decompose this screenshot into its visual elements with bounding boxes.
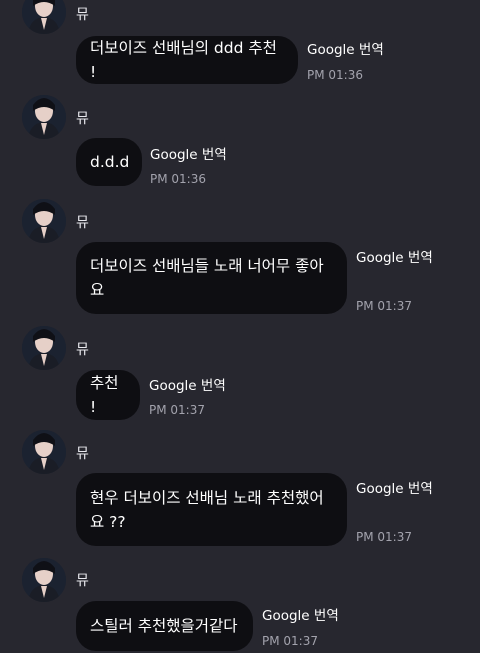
google-translate-link[interactable]: Google 번역 bbox=[150, 143, 227, 163]
google-translate-link[interactable]: Google 번역 bbox=[262, 604, 339, 624]
sender-name: 뮤 bbox=[76, 7, 89, 23]
sender-name: 뮤 bbox=[76, 111, 89, 127]
message-time: PM 01:36 bbox=[307, 68, 363, 82]
avatar[interactable] bbox=[22, 430, 66, 474]
profile-photo bbox=[22, 558, 66, 602]
google-translate-link[interactable]: Google 번역 bbox=[356, 246, 433, 266]
message-bubble: 스틸러 추천했을거같다 bbox=[76, 601, 253, 651]
avatar[interactable] bbox=[22, 558, 66, 602]
profile-photo bbox=[22, 430, 66, 474]
profile-photo bbox=[22, 199, 66, 243]
sender-name: 뮤 bbox=[76, 446, 89, 462]
sender-name: 뮤 bbox=[76, 342, 89, 358]
message-time: PM 01:37 bbox=[356, 299, 412, 313]
profile-photo bbox=[22, 326, 66, 370]
profile-photo bbox=[22, 0, 66, 34]
message-time: PM 01:37 bbox=[149, 403, 205, 417]
google-translate-link[interactable]: Google 번역 bbox=[307, 38, 384, 58]
message-text: 현우 더보이즈 선배님 노래 추천했어 요 ?? bbox=[90, 488, 324, 531]
avatar[interactable] bbox=[22, 199, 66, 243]
message-text: 더보이즈 선배님의 ddd 추천 ! bbox=[90, 39, 277, 81]
avatar[interactable] bbox=[22, 95, 66, 139]
message-time: PM 01:37 bbox=[356, 530, 412, 544]
message-bubble: 현우 더보이즈 선배님 노래 추천했어 요 ?? bbox=[76, 473, 347, 546]
google-translate-link[interactable]: Google 번역 bbox=[356, 477, 433, 497]
sender-name: 뮤 bbox=[76, 215, 89, 231]
sender-name: 뮤 bbox=[76, 573, 89, 589]
message-time: PM 01:37 bbox=[262, 634, 318, 648]
message-bubble: 추천 ! bbox=[76, 370, 140, 420]
message-bubble: 더보이즈 선배님들 노래 너어무 좋아 요 bbox=[76, 242, 347, 314]
message-text: 추천 ! bbox=[90, 374, 119, 416]
avatar[interactable] bbox=[22, 0, 66, 34]
message-time: PM 01:36 bbox=[150, 172, 206, 186]
profile-photo bbox=[22, 95, 66, 139]
message-text: d.d.d bbox=[90, 153, 130, 171]
message-text: 더보이즈 선배님들 노래 너어무 좋아 요 bbox=[90, 257, 324, 299]
message-bubble: 더보이즈 선배님의 ddd 추천 ! bbox=[76, 36, 298, 84]
message-text: 스틸러 추천했을거같다 bbox=[90, 617, 238, 635]
message-bubble: d.d.d bbox=[76, 138, 142, 186]
google-translate-link[interactable]: Google 번역 bbox=[149, 374, 226, 394]
avatar[interactable] bbox=[22, 326, 66, 370]
